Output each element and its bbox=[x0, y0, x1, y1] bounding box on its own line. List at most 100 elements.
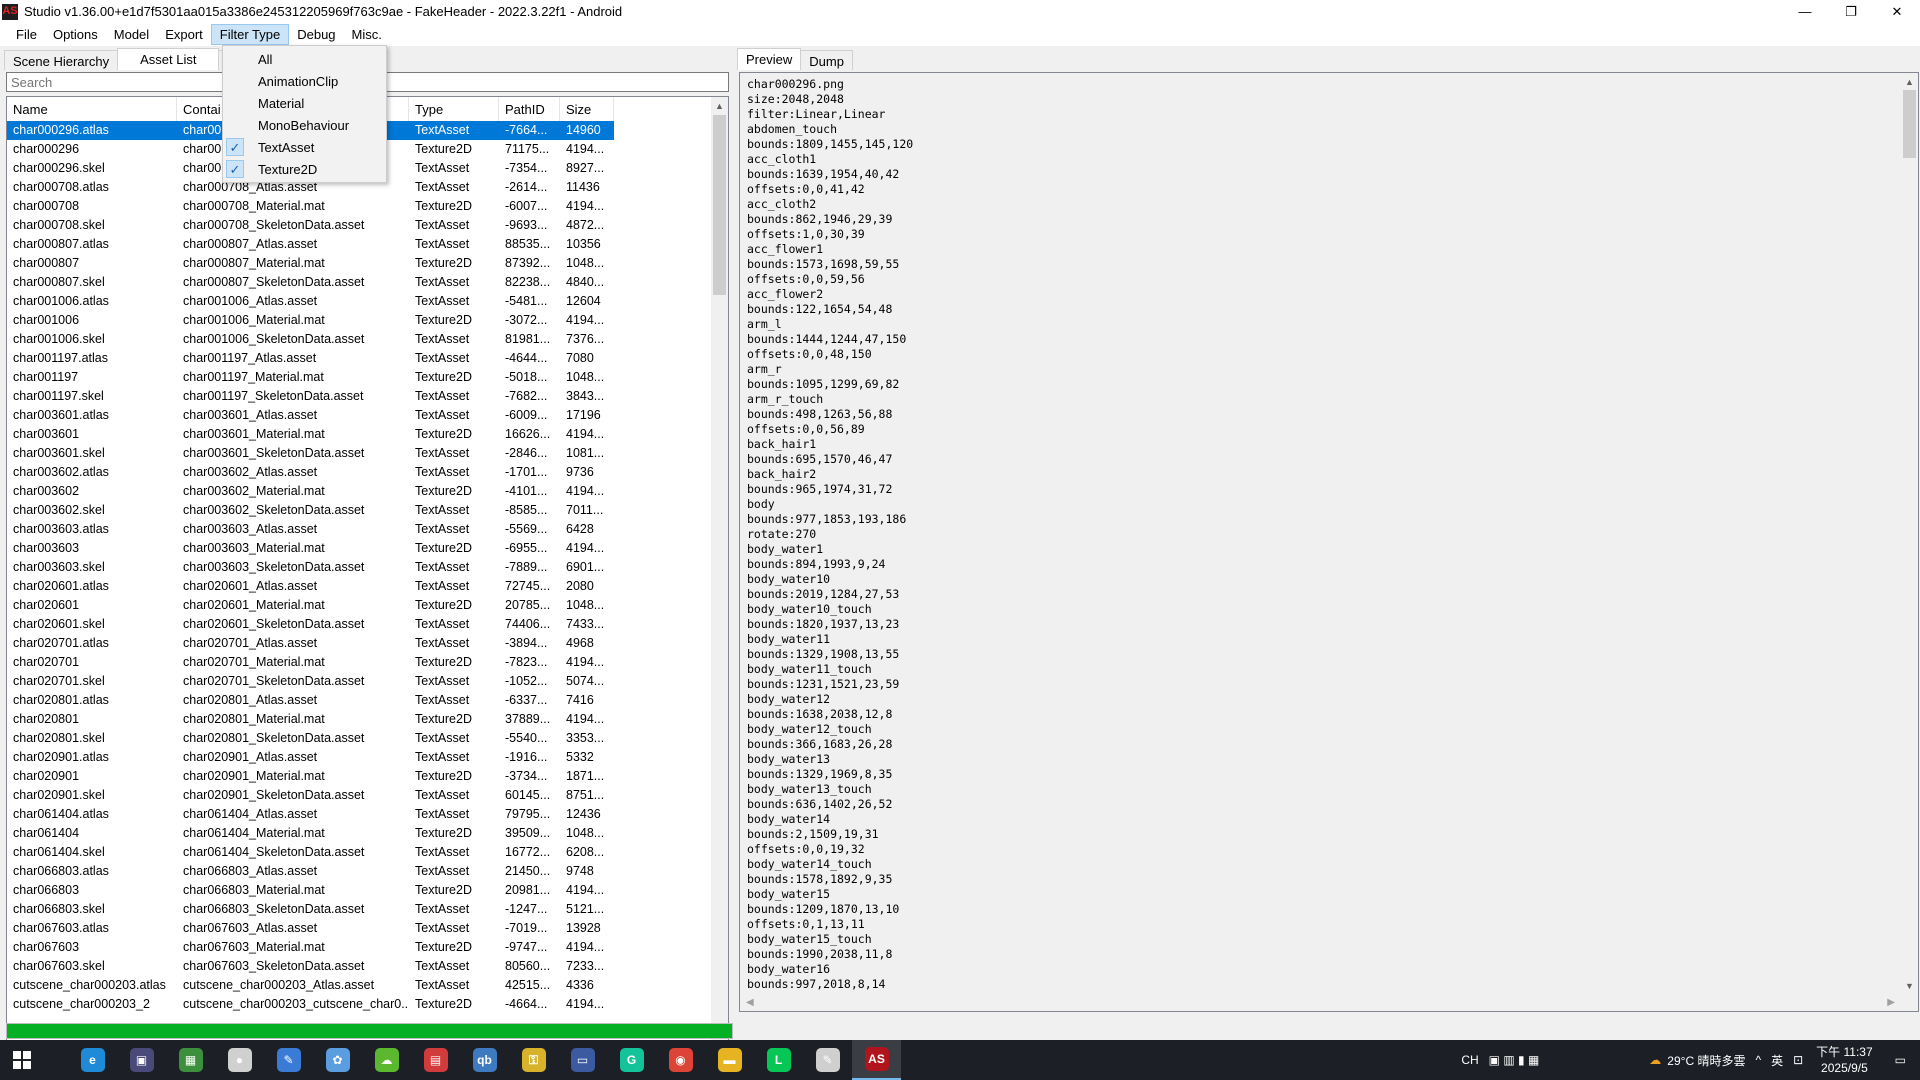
taskbar-app-news[interactable]: ▤ bbox=[411, 1040, 460, 1080]
table-row[interactable]: char066803.atlas char066803_Atlas.asset Te… bbox=[7, 862, 714, 881]
scroll-thumb[interactable] bbox=[713, 115, 726, 295]
scroll-left-arrow-icon[interactable]: ◀ bbox=[746, 997, 754, 1008]
scroll-down-arrow-icon[interactable]: ▼ bbox=[1901, 977, 1918, 994]
table-row[interactable]: char003601 char003601_Material.mat Texture… bbox=[7, 425, 714, 444]
filter-option-all[interactable]: All bbox=[223, 48, 386, 70]
table-row[interactable]: char001006.skel char001006_SkeletonData.a… bbox=[7, 330, 714, 349]
tab-dump[interactable]: Dump bbox=[800, 50, 853, 70]
language-indicator[interactable]: 英 bbox=[1766, 1040, 1788, 1080]
taskbar-app-line[interactable]: L bbox=[754, 1040, 803, 1080]
ime-indicator[interactable]: CH bbox=[1456, 1040, 1483, 1080]
filter-option-texture2d[interactable]: ✓ Texture2D bbox=[223, 158, 386, 180]
weather-widget[interactable]: ☁ 29°C 晴時多雲 bbox=[1644, 1040, 1750, 1080]
menu-debug[interactable]: Debug bbox=[289, 24, 343, 45]
table-row[interactable]: char020901.skel char020901_SkeletonData.a… bbox=[7, 786, 714, 805]
taskbar-app-assetstudio[interactable]: AS bbox=[852, 1040, 901, 1080]
taskbar-app-gallery[interactable]: ▦ bbox=[166, 1040, 215, 1080]
scroll-up-arrow-icon[interactable]: ▲ bbox=[1901, 73, 1918, 90]
table-row[interactable]: char020801 char020801_Material.mat Texture… bbox=[7, 710, 714, 729]
preview-scroll-thumb[interactable] bbox=[1903, 90, 1916, 158]
table-row[interactable]: char000807 char000807_Material.mat Texture… bbox=[7, 254, 714, 273]
close-button[interactable]: ✕ bbox=[1874, 0, 1920, 23]
table-row[interactable]: char020901 char020901_Material.mat Texture… bbox=[7, 767, 714, 786]
table-row[interactable]: char000708 char000708_Material.mat Texture… bbox=[7, 197, 714, 216]
table-row[interactable]: char061404.skel char061404_SkeletonData.a… bbox=[7, 843, 714, 862]
taskbar-app-app[interactable]: ▣ bbox=[117, 1040, 166, 1080]
table-row[interactable]: char001006.atlas char001006_Atlas.asset Te… bbox=[7, 292, 714, 311]
table-row[interactable]: char020701.skel char020701_SkeletonData.a… bbox=[7, 672, 714, 691]
taskbar-app-notepad[interactable]: ✎ bbox=[803, 1040, 852, 1080]
scroll-right-arrow-icon[interactable]: ▶ bbox=[1887, 997, 1895, 1008]
menu-misc[interactable]: Misc. bbox=[344, 24, 390, 45]
scroll-up-arrow-icon[interactable]: ▲ bbox=[711, 97, 728, 114]
table-row[interactable]: char003601.atlas char003601_Atlas.asset Te… bbox=[7, 406, 714, 425]
column-header-name[interactable]: Name bbox=[7, 97, 177, 121]
tray-icons[interactable]: ▣ ▥ ▮ ▦ bbox=[1484, 1040, 1545, 1080]
menu-model[interactable]: Model bbox=[106, 24, 157, 45]
table-row[interactable]: char066803 char066803_Material.mat Texture… bbox=[7, 881, 714, 900]
table-row[interactable]: char000807.atlas char000807_Atlas.asset Te… bbox=[7, 235, 714, 254]
taskbar-app-pokeball[interactable]: ● bbox=[215, 1040, 264, 1080]
table-row[interactable]: char003602.skel char003602_SkeletonData.a… bbox=[7, 501, 714, 520]
table-row[interactable]: char003603.skel char003603_SkeletonData.a… bbox=[7, 558, 714, 577]
table-row[interactable]: cutscene_char000203_2 cutscene_char000203… bbox=[7, 995, 714, 1014]
table-row[interactable]: char067603.skel char067603_SkeletonData.a… bbox=[7, 957, 714, 976]
preview-pane[interactable]: char000296.png size:2048,2048 filter:Linea… bbox=[739, 72, 1919, 1012]
filter-option-monobehaviour[interactable]: MonoBehaviour bbox=[223, 114, 386, 136]
table-row[interactable]: char020801.atlas char020801_Atlas.asset Te… bbox=[7, 691, 714, 710]
start-button[interactable] bbox=[0, 1040, 44, 1080]
preview-scrollbar[interactable]: ▲ ▼ bbox=[1901, 73, 1918, 994]
table-row[interactable]: char020601 char020601_Material.mat Texture… bbox=[7, 596, 714, 615]
table-row[interactable]: char020701.atlas char020701_Atlas.asset Te… bbox=[7, 634, 714, 653]
filter-option-textasset[interactable]: ✓ TextAsset bbox=[223, 136, 386, 158]
table-row[interactable]: char067603 char067603_Material.mat Texture… bbox=[7, 938, 714, 957]
table-row[interactable]: char000708.skel char000708_SkeletonData.a… bbox=[7, 216, 714, 235]
table-row[interactable]: char067603.atlas char067603_Atlas.asset Te… bbox=[7, 919, 714, 938]
table-row[interactable]: char003603.atlas char003603_Atlas.asset Te… bbox=[7, 520, 714, 539]
clock[interactable]: 下午 11:37 2025/9/5 bbox=[1808, 1044, 1880, 1076]
show-hidden-icons-chevron-icon[interactable]: ^ bbox=[1750, 1040, 1766, 1080]
column-header-type[interactable]: Type bbox=[409, 97, 499, 121]
table-row[interactable]: char000807.skel char000807_SkeletonData.a… bbox=[7, 273, 714, 292]
list-scrollbar[interactable]: ▲ ▼ bbox=[711, 97, 728, 1061]
table-row[interactable]: char061404.atlas char061404_Atlas.asset Te… bbox=[7, 805, 714, 824]
filter-option-material[interactable]: Material bbox=[223, 92, 386, 114]
table-row[interactable]: char020701 char020701_Material.mat Texture… bbox=[7, 653, 714, 672]
column-header-size[interactable]: Size bbox=[560, 97, 614, 121]
taskbar-app-grammarly[interactable]: G bbox=[607, 1040, 656, 1080]
table-row[interactable]: char020601.atlas char020601_Atlas.asset Te… bbox=[7, 577, 714, 596]
taskbar-app-folder[interactable]: ▬ bbox=[705, 1040, 754, 1080]
notification-icon[interactable]: ▭ bbox=[1881, 1040, 1920, 1080]
taskbar-app-qb[interactable]: qb bbox=[460, 1040, 509, 1080]
menu-options[interactable]: Options bbox=[45, 24, 106, 45]
table-row[interactable]: char003601.skel char003601_SkeletonData.a… bbox=[7, 444, 714, 463]
menu-filter-type[interactable]: Filter Type bbox=[210, 24, 290, 45]
table-row[interactable]: char001197.atlas char001197_Atlas.asset Te… bbox=[7, 349, 714, 368]
column-header-pathid[interactable]: PathID bbox=[499, 97, 560, 121]
menu-file[interactable]: File bbox=[8, 24, 45, 45]
taskbar-app-monitor[interactable]: ▭ bbox=[558, 1040, 607, 1080]
table-row[interactable]: char020601.skel char020601_SkeletonData.a… bbox=[7, 615, 714, 634]
table-row[interactable]: char001006 char001006_Material.mat Texture… bbox=[7, 311, 714, 330]
minimize-button[interactable]: — bbox=[1782, 0, 1828, 23]
table-row[interactable]: char003602.atlas char003602_Atlas.asset Te… bbox=[7, 463, 714, 482]
table-row[interactable]: char001197 char001197_Material.mat Texture… bbox=[7, 368, 714, 387]
taskbar-app-calendar[interactable]: ✎ bbox=[264, 1040, 313, 1080]
table-row[interactable]: cutscene_char000203.atlas cutscene_char00… bbox=[7, 976, 714, 995]
taskbar-app-chrome[interactable]: ◉ bbox=[656, 1040, 705, 1080]
taskbar-app-edge[interactable]: e bbox=[68, 1040, 117, 1080]
table-row[interactable]: char061404 char061404_Material.mat Texture… bbox=[7, 824, 714, 843]
restore-button[interactable]: ❐ bbox=[1828, 0, 1874, 23]
taskbar-app-paint[interactable]: ✿ bbox=[313, 1040, 362, 1080]
tab-scene-hierarchy[interactable]: Scene Hierarchy bbox=[4, 50, 119, 70]
tab-asset-list[interactable]: Asset List bbox=[117, 48, 220, 70]
preview-hscrollbar[interactable]: ◀ ▶ bbox=[740, 994, 1901, 1011]
menu-export[interactable]: Export bbox=[157, 24, 211, 45]
table-row[interactable]: char003602 char003602_Material.mat Texture… bbox=[7, 482, 714, 501]
table-row[interactable]: char020901.atlas char020901_Atlas.asset Te… bbox=[7, 748, 714, 767]
taskbar-app-key[interactable]: ⚿ bbox=[509, 1040, 558, 1080]
table-row[interactable]: char001197.skel char001197_SkeletonData.a… bbox=[7, 387, 714, 406]
filter-option-animationclip[interactable]: AnimationClip bbox=[223, 70, 386, 92]
table-row[interactable]: char066803.skel char066803_SkeletonData.a… bbox=[7, 900, 714, 919]
table-row[interactable]: char020801.skel char020801_SkeletonData.a… bbox=[7, 729, 714, 748]
